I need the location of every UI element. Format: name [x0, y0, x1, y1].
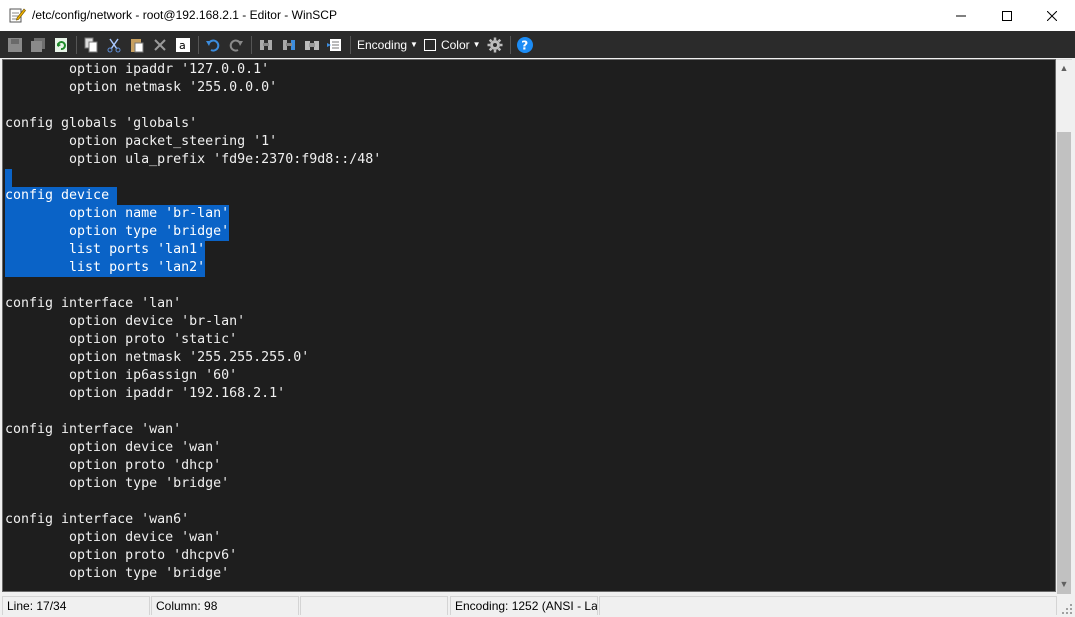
maximize-button[interactable] [984, 0, 1030, 31]
toolbar-separator [76, 35, 77, 54]
save-icon[interactable] [4, 34, 26, 56]
encoding-label: Encoding [357, 37, 408, 52]
code-line[interactable]: option proto 'static' [5, 331, 237, 349]
redo-icon[interactable] [225, 34, 247, 56]
code-line[interactable]: option ipaddr '127.0.0.1' [5, 61, 269, 79]
color-toggle[interactable]: Color ▼ [421, 34, 484, 56]
reload-icon[interactable] [50, 34, 72, 56]
maximize-icon [1002, 10, 1012, 21]
resize-grip-icon[interactable] [1060, 602, 1073, 615]
close-button[interactable] [1029, 0, 1075, 31]
status-filler [599, 596, 1057, 615]
code-line[interactable]: option device 'wan' [5, 439, 221, 457]
code-line[interactable]: config globals 'globals' [5, 115, 197, 133]
svg-text:a: a [179, 39, 186, 52]
color-checkbox[interactable] [423, 38, 436, 51]
delete-icon[interactable] [149, 34, 171, 56]
color-label: Color [440, 37, 470, 52]
encoding-dropdown[interactable]: Encoding ▼ [354, 34, 421, 56]
window-title: /etc/config/network - root@192.168.2.1 -… [32, 8, 337, 22]
close-icon [1047, 10, 1057, 21]
find-next-icon[interactable] [301, 34, 323, 56]
status-bar: Line: 17/34 Column: 98 Encoding: 1252 (A… [0, 594, 1075, 617]
code-line[interactable]: config interface 'wan' [5, 421, 181, 439]
settings-icon[interactable] [484, 34, 506, 56]
chevron-down-icon: ▼ [410, 40, 418, 49]
copy-icon[interactable] [80, 34, 102, 56]
chevron-down-icon: ▼ [472, 40, 481, 49]
help-icon[interactable]: ? [514, 34, 536, 56]
scroll-up-icon[interactable]: ▲ [1056, 60, 1072, 76]
code-line[interactable]: option ula_prefix 'fd9e:2370:f9d8::/48' [5, 151, 381, 169]
toolbar-separator [509, 35, 511, 54]
code-line[interactable]: config device [5, 187, 118, 205]
status-line: Line: 17/34 [2, 596, 150, 615]
status-column: Column: 98 [151, 596, 299, 615]
find-icon[interactable] [255, 34, 277, 56]
code-line[interactable]: option ipaddr '192.168.2.1' [5, 385, 285, 403]
goto-line-icon[interactable] [324, 34, 346, 56]
toolbar-separator [350, 35, 351, 54]
code-line[interactable]: option netmask '255.0.0.0' [5, 79, 277, 97]
code-line[interactable]: config interface 'lan' [5, 295, 181, 313]
code-line[interactable]: option packet_steering '1' [5, 133, 277, 151]
code-line[interactable]: option proto 'dhcpv6' [5, 547, 237, 565]
toolbar-separator [251, 35, 252, 54]
status-encoding: Encoding: 1252 (ANSI - La [450, 596, 598, 615]
code-line[interactable]: option ip6assign '60' [5, 367, 237, 385]
toolbar: a Encoding ▼ Color ▼ ? [0, 31, 1075, 58]
code-line[interactable]: option proto 'dhcp' [5, 457, 221, 475]
undo-icon[interactable] [202, 34, 224, 56]
code-line[interactable]: option device 'wan' [5, 529, 221, 547]
minimize-button[interactable] [938, 0, 984, 31]
svg-text:?: ? [521, 38, 528, 52]
code-line[interactable]: option type 'bridge' [5, 475, 229, 493]
code-line[interactable]: option name 'br-lan' [5, 205, 230, 223]
code-line[interactable]: list ports 'lan2' [5, 259, 206, 277]
notepad-edit-icon [9, 8, 26, 23]
code-line[interactable]: option netmask '255.255.255.0' [5, 349, 309, 367]
replace-icon[interactable] [278, 34, 300, 56]
toolbar-separator [198, 35, 199, 54]
code-line[interactable]: option type 'bridge' [5, 565, 229, 583]
title-bar: /etc/config/network - root@192.168.2.1 -… [0, 0, 1075, 31]
code-editor[interactable]: option ipaddr '127.0.0.1' option netmask… [2, 59, 1056, 592]
code-line[interactable]: option device 'br-lan' [5, 313, 245, 331]
minimize-icon [956, 15, 966, 16]
save-all-icon[interactable] [27, 34, 49, 56]
scrollbar-thumb[interactable] [1057, 132, 1071, 614]
paste-icon[interactable] [126, 34, 148, 56]
scroll-down-icon[interactable]: ▼ [1056, 576, 1072, 592]
vertical-scrollbar[interactable]: ▲ ▼ [1056, 59, 1072, 614]
code-line[interactable]: list ports 'lan1' [5, 241, 206, 259]
status-empty [300, 596, 448, 615]
code-line[interactable]: option type 'bridge' [5, 223, 230, 241]
code-line[interactable] [5, 169, 12, 187]
select-all-icon[interactable]: a [172, 34, 194, 56]
code-line[interactable]: config interface 'wan6' [5, 511, 189, 529]
cut-icon[interactable] [103, 34, 125, 56]
